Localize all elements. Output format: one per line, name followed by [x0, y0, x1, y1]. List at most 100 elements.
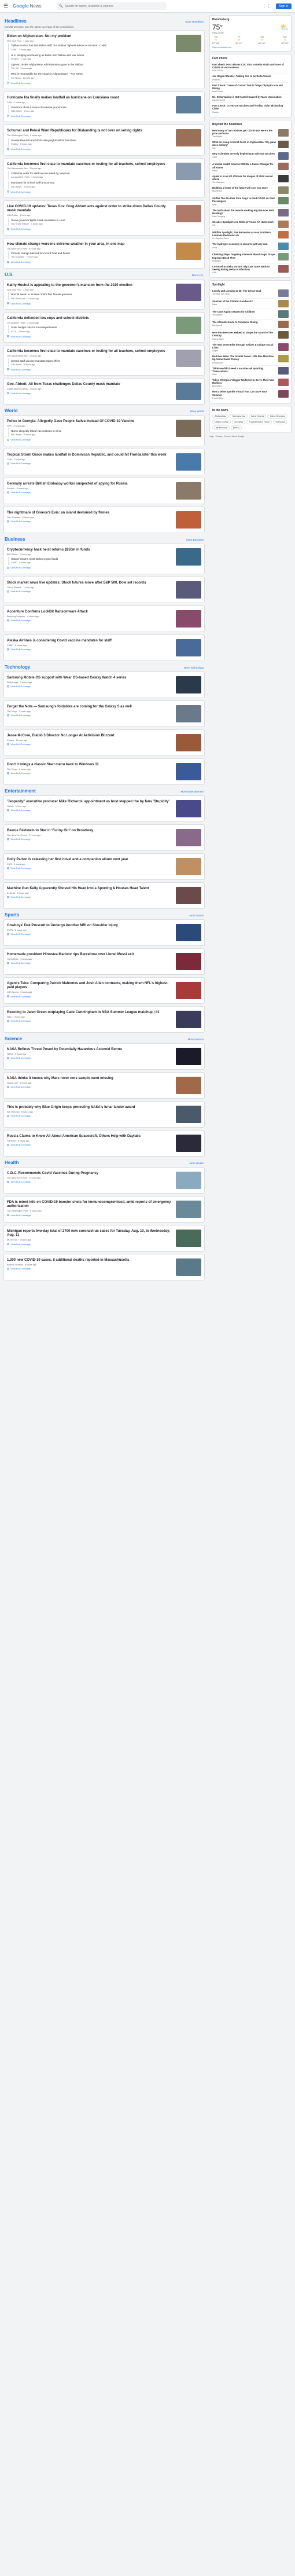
full-coverage-button[interactable]: ▤ View Full Coverage [7, 462, 173, 465]
related-headline[interactable]: Senate Republicans block voting rights b… [11, 139, 173, 142]
story[interactable]: Alaska Airlines is considering Covid vac… [7, 637, 201, 658]
related-headline[interactable]: Governor Ida is a storm of massive propo… [11, 106, 173, 109]
story-thumbnail[interactable] [176, 799, 201, 817]
story[interactable]: Jesse McCree, Diablo 3 Director No Longe… [7, 732, 201, 753]
sidebar-story-headline[interactable]: Lonely and Longing at 28: The Gen Z Grad [212, 289, 276, 292]
story-thumbnail[interactable] [176, 205, 201, 222]
covid-banner[interactable]: COVID-19 news: See the latest coverage o… [5, 25, 204, 28]
story-thumbnail[interactable] [176, 639, 201, 656]
story[interactable]: Gov. Abbott: All from Texas challenges D… [7, 381, 201, 402]
sidebar-story-headline[interactable]: What do rising terrorist bears in Afghan… [212, 141, 276, 146]
section-title[interactable]: Business [5, 537, 25, 542]
sidebar-story-thumbnail[interactable] [278, 129, 289, 137]
sidebar-story-headline[interactable]: The new sense Elite through Swipes & Uni… [212, 343, 276, 349]
sidebar-story-headline[interactable]: Coronavirus Delta Variant: Big Cars Gone… [212, 265, 276, 271]
sidebar-story-headline[interactable]: Tokyo Olympics Vlogger Uniforms to Serve… [212, 379, 276, 384]
related-story[interactable]: Hacker returns most stolen crypto funds C… [8, 556, 173, 565]
section-title[interactable]: World [5, 408, 18, 413]
sidebar-story[interactable]: What do rising terrorist bears in Afghan… [212, 140, 289, 152]
sidebar-story[interactable]: How a Wine Sparkle Virtual Tour Can Save… [212, 389, 289, 400]
sidebar-story[interactable]: Fact Check: Cases of Cancer Tied to Toky… [212, 83, 289, 95]
story-thumbnail[interactable] [176, 923, 201, 941]
section-more-link[interactable]: More Health [189, 1162, 204, 1165]
menu-icon[interactable]: ☰ [3, 3, 9, 9]
sidebar-story-thumbnail[interactable] [278, 186, 289, 195]
story[interactable]: Hurricane Ida finally makes landfall as … [7, 94, 201, 119]
section-title[interactable]: Technology [5, 665, 30, 670]
story-thumbnail[interactable] [176, 1047, 201, 1065]
topic-chip[interactable]: Tropical Storm Grace [246, 419, 272, 424]
full-coverage-button[interactable]: ▤ View Full Coverage [7, 148, 173, 151]
sidebar-story-headline[interactable]: Think we didn't need a vaccine ask sport… [212, 367, 276, 373]
story-headline[interactable]: Cryptocurrency hack heist returns $250m … [7, 548, 173, 552]
story-headline[interactable]: 'Jeopardy!' executive producer Mike Rich… [7, 800, 173, 804]
story-headline[interactable]: California defunded law cops and school … [7, 317, 173, 321]
sidebar-story-headline[interactable]: Wildfire Spotlight, Fire Behaviors Acros… [212, 231, 276, 237]
story-thumbnail[interactable] [176, 733, 201, 751]
story[interactable]: Agent's Take: Comparing Patrick Mahomes … [7, 980, 201, 1001]
sidebar-story[interactable]: Sneaker Spotlight: Are Dolls at Tennis A… [212, 219, 289, 230]
story[interactable]: Tropical Storm Grace makes landfall in D… [7, 452, 201, 472]
sidebar-story[interactable]: Climbing Steps Targeting Diabetes Blood … [212, 252, 289, 264]
sidebar-story-thumbnail[interactable] [278, 378, 289, 386]
full-coverage-button[interactable]: ▤ View Full Coverage [7, 685, 173, 688]
story-thumbnail[interactable] [176, 1229, 201, 1247]
story[interactable]: Machine Gun Kelly Apparently Shoved His … [7, 885, 201, 906]
related-headline[interactable]: Mandates for school staff announced [11, 181, 173, 185]
section-more-link[interactable]: More U.S. [192, 274, 204, 277]
full-coverage-button[interactable]: ▤ View Full Coverage [7, 1085, 173, 1089]
sidebar-story-thumbnail[interactable] [278, 197, 289, 205]
full-coverage-button[interactable]: ▤ View Full Coverage [7, 391, 173, 395]
full-coverage-button[interactable]: ▤ View Full Coverage [7, 962, 173, 965]
full-coverage-button[interactable]: ▤ View Full Coverage [7, 438, 173, 442]
sidebar-story[interactable]: Coronavirus Delta Variant: Big Cars Gone… [212, 264, 289, 275]
search-box[interactable]: 🔍 [56, 2, 167, 10]
section-title[interactable]: Sports [5, 912, 19, 918]
sidebar-story-headline[interactable]: Apple to scan US iPhones for images of c… [212, 175, 276, 181]
related-headline[interactable]: State budget cuts hit local departments [11, 326, 173, 329]
full-coverage-button[interactable]: ▤ View Full Coverage [7, 1019, 173, 1023]
story[interactable]: Schumer and Pelosi Want Republicans for … [7, 127, 201, 152]
sidebar-story[interactable]: Lonely and Longing at 28: The Gen Z Grad… [212, 288, 289, 299]
sidebar-story-headline[interactable]: Joe Rogan Blunder: Talking Sen to be Del… [212, 75, 289, 78]
story[interactable]: Police in Georgia: Allegedly Gave People… [7, 418, 201, 443]
story[interactable]: Kathy Hochul is appealing to the governo… [7, 282, 201, 307]
story[interactable]: 'Jeopardy!' executive producer Mike Rich… [7, 798, 201, 819]
story-thumbnail[interactable] [176, 35, 201, 52]
story-thumbnail[interactable] [176, 482, 201, 500]
sidebar-story[interactable]: Summer of the Chicken Sandwich? Eater [212, 299, 289, 310]
story-headline[interactable]: 1,300 new COVID-19 cases, 8 additional d… [7, 1258, 173, 1263]
full-coverage-button[interactable]: ▤ View Full Coverage [7, 302, 173, 305]
story-headline[interactable]: FDA is mired info on COVID-19 booster sh… [7, 1201, 173, 1209]
story-thumbnail[interactable] [176, 162, 201, 180]
sidebar-story-headline[interactable]: Bad Bee Bites: The Scarlet Sweet Little … [212, 355, 276, 361]
section-title[interactable]: Health [5, 1160, 19, 1165]
sidebar-story-thumbnail[interactable] [278, 221, 289, 229]
sidebar-story[interactable]: Building a home of the future will cost … [212, 185, 289, 196]
full-coverage-button[interactable]: ▤ View Full Coverage [7, 1213, 173, 1217]
related-story[interactable]: Nurse allegedly faked vaccinations in cl… [8, 428, 173, 437]
sidebar-story[interactable]: The Case Against Masks for Children The A… [212, 309, 289, 320]
full-coverage-button[interactable]: ▤ View Full Coverage [7, 619, 173, 622]
topic-chip[interactable]: Samsung [273, 419, 287, 424]
section-title[interactable]: Science [5, 1036, 22, 1041]
sidebar-story[interactable]: Why scientists are only beginning to rul… [212, 151, 289, 162]
story[interactable]: Homemade president Hinostza Madoov rips … [7, 951, 201, 972]
full-coverage-button[interactable]: ▤ View Full Coverage [7, 1056, 173, 1060]
story-thumbnail[interactable] [176, 511, 201, 529]
full-coverage-button[interactable]: ▤ View Full Coverage [7, 227, 173, 231]
related-headline[interactable]: Hacker returns most stolen crypto funds [11, 557, 173, 561]
section-more-link[interactable]: More Sports [189, 914, 204, 917]
story[interactable]: C.D.C. Recommends Covid Vaccines During … [7, 1170, 201, 1191]
section-more-link[interactable]: More Entertainment [180, 790, 204, 793]
full-coverage-button[interactable]: ▤ View Full Coverage [7, 590, 173, 593]
sidebar-story[interactable]: Wildfire Spotlight, Fire Behaviors Acros… [212, 230, 289, 242]
story[interactable]: Cryptocurrency hack heist returns $250m … [7, 546, 201, 571]
full-coverage-button[interactable]: ▤ View Full Coverage [7, 335, 173, 338]
sidebar-story[interactable]: Fact check: Post misses CDC data on Delt… [212, 62, 289, 74]
sidebar-story-headline[interactable]: Fact check: Post misses CDC data on Delt… [212, 63, 289, 69]
sidebar-story-thumbnail[interactable] [278, 343, 289, 351]
sidebar-story-headline[interactable]: A Mental Health Scanner Will Be a Game-C… [212, 163, 276, 168]
story-headline[interactable]: This is probably why Blue Origin keeps p… [7, 1106, 173, 1110]
story-thumbnail[interactable] [176, 762, 201, 780]
